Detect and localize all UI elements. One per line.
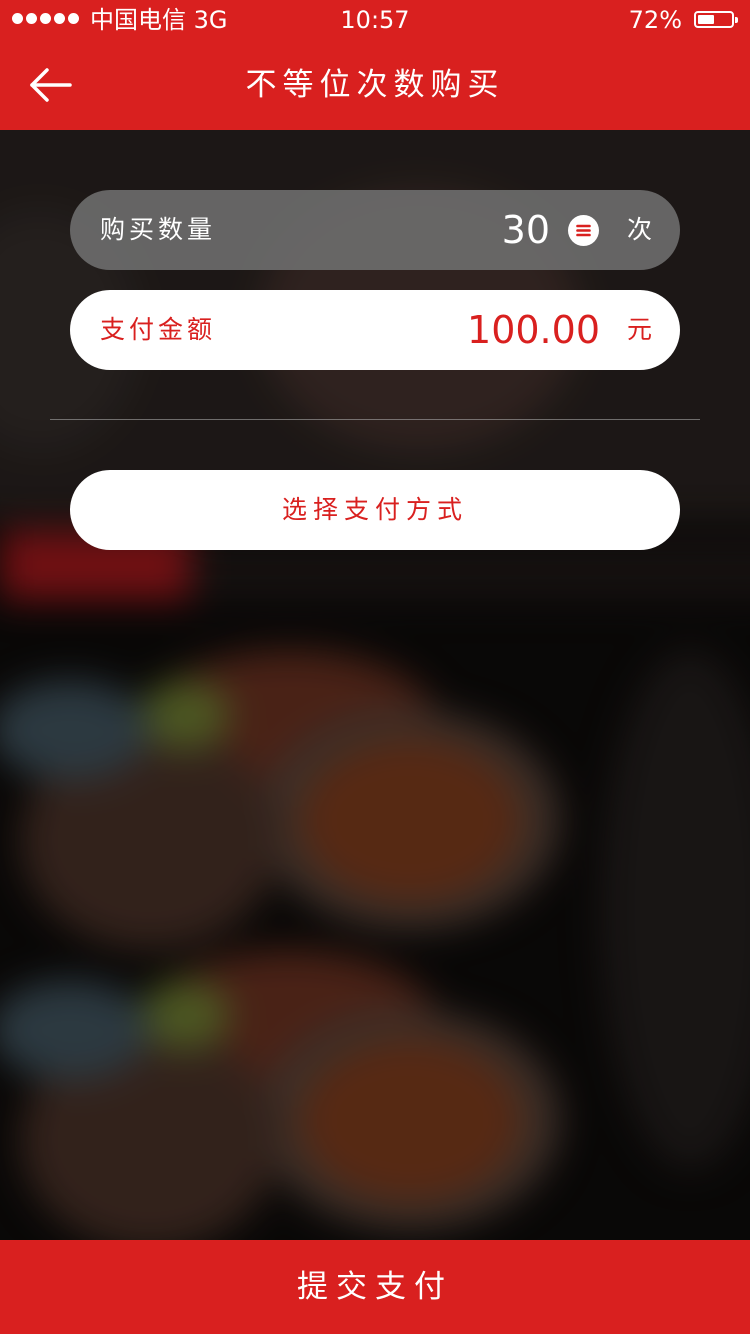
payment-amount-value: 100.00 <box>467 308 600 352</box>
status-bar: 中国电信 3G 10:57 72% <box>0 0 750 40</box>
quantity-label: 购买数量 <box>100 215 217 244</box>
payment-amount-label: 支付金额 <box>100 315 217 344</box>
payment-amount-unit: 元 <box>626 315 652 344</box>
battery-icon <box>694 11 738 28</box>
quantity-row: 购买数量 30 次 <box>70 190 680 270</box>
section-divider <box>50 419 700 420</box>
quantity-picker-button[interactable] <box>568 215 599 246</box>
app-screen: 中国电信 3G 10:57 72% 不等位次数购买 购买数量 30 次 支付金额… <box>0 0 750 1334</box>
nav-bar: 不等位次数购买 <box>0 40 750 130</box>
payment-amount-row: 支付金额 100.00 元 <box>70 290 680 370</box>
page-title: 不等位次数购买 <box>245 67 505 103</box>
submit-payment-button[interactable]: 提交支付 <box>0 1240 750 1334</box>
battery-fill <box>698 15 714 24</box>
list-menu-icon <box>576 224 591 237</box>
quantity-value[interactable]: 30 <box>502 190 550 270</box>
quantity-unit: 次 <box>626 215 652 244</box>
battery-percent: 72% <box>628 6 682 34</box>
select-payment-method-button[interactable]: 选择支付方式 <box>70 470 680 550</box>
